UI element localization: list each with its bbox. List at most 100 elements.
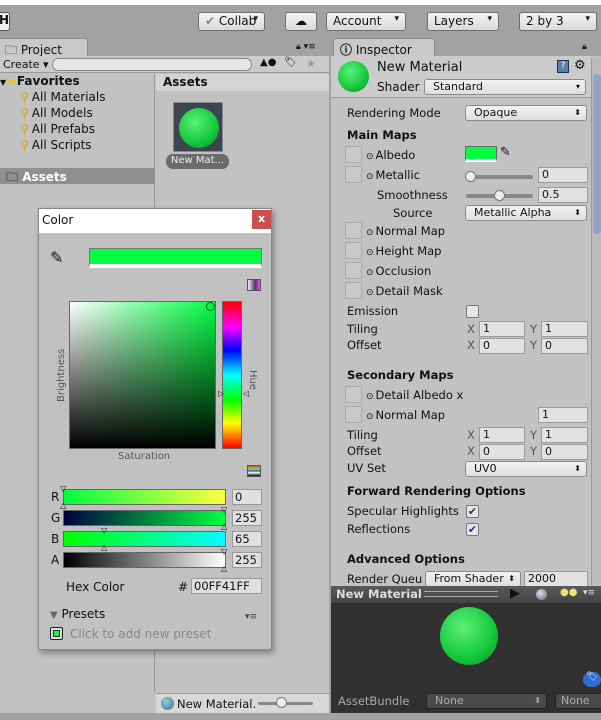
channel-a-slider[interactable]	[63, 552, 226, 568]
favorite-all-scripts[interactable]: ⚲ All Scripts	[20, 138, 92, 152]
favorite-all-prefabs[interactable]: ⚲ All Prefabs	[20, 122, 95, 136]
help-book-icon[interactable]: ?	[557, 60, 569, 73]
secondary-normal-scale-field[interactable]: 1	[538, 407, 588, 423]
channel-r-field[interactable]: 0	[232, 489, 262, 505]
metallic-texture-slot[interactable]	[345, 166, 362, 183]
occlusion-slot[interactable]	[345, 262, 362, 279]
albedo-texture-slot[interactable]	[345, 146, 362, 163]
sec-offset-y-field[interactable]: 0	[541, 444, 588, 460]
tiling-x-field[interactable]: 1	[479, 321, 525, 337]
hue-bar[interactable]	[222, 301, 242, 449]
height-map-slot[interactable]	[345, 242, 362, 259]
sv-cursor[interactable]	[206, 302, 215, 311]
channel-a-field[interactable]: 255	[232, 552, 262, 568]
source-dropdown[interactable]: Metallic Alpha ⬍	[465, 205, 587, 221]
render-queue-field[interactable]: 2000	[524, 571, 588, 587]
sphere-mesh-icon[interactable]	[536, 589, 547, 600]
smoothness-field[interactable]: 0.5	[538, 187, 588, 203]
hex-field[interactable]: 00FF41FF	[191, 578, 262, 594]
assets-folder-item[interactable]: 🗀 Assets	[0, 168, 155, 184]
detail-mask-text: Detail Mask	[375, 284, 443, 298]
account-dropdown[interactable]: Account ▾	[326, 12, 406, 31]
assetbundle-dropdown[interactable]: None ⬍	[426, 693, 547, 709]
channel-a-marker-top[interactable]: ▽	[221, 548, 227, 556]
label-tag-icon[interactable]: 🏷︎	[583, 672, 601, 687]
metallic-field[interactable]: 0	[538, 167, 588, 183]
specular-checkbox[interactable]: ✔	[466, 505, 479, 518]
sec-offset-x-field[interactable]: 0	[479, 444, 525, 460]
channel-b-marker-top[interactable]: ▽	[101, 527, 107, 535]
favorite-star-icon[interactable]: ★	[306, 57, 316, 70]
sec-tiling-y-field[interactable]: 1	[541, 427, 588, 443]
lock-icon[interactable]: 🔒︎	[582, 42, 587, 52]
cloud-button[interactable]: ☁	[285, 12, 317, 31]
gear-icon[interactable]: ⚙	[574, 58, 586, 73]
asset-thumbnail[interactable]	[173, 102, 223, 152]
channel-g-marker-bottom[interactable]: △	[221, 523, 227, 531]
hue-marker-right[interactable]: ◁	[243, 390, 249, 398]
reflections-checkbox[interactable]: ✔	[466, 523, 479, 536]
search-input[interactable]	[52, 58, 252, 71]
preset-swatch[interactable]	[50, 627, 63, 640]
offset-x-field[interactable]: 0	[479, 338, 525, 354]
channel-g-marker-top[interactable]: ▽	[221, 506, 227, 514]
presets-toggle[interactable]: ▼ Presets	[50, 607, 105, 621]
layout-icon[interactable]: H	[0, 12, 10, 31]
tiling-y-field[interactable]: 1	[541, 321, 588, 337]
channel-b-field[interactable]: 65	[232, 531, 262, 547]
favorite-all-models[interactable]: ⚲ All Models	[20, 106, 93, 120]
scrollbar-thumb[interactable]	[593, 74, 601, 234]
channel-r-slider[interactable]	[63, 489, 226, 505]
secondary-normal-slot[interactable]	[345, 406, 362, 423]
rendering-mode-dropdown[interactable]: Opaque ⬍	[465, 105, 587, 121]
label-tag-icon[interactable]: 🏷︎	[284, 57, 297, 68]
metallic-slider[interactable]	[466, 175, 533, 179]
smoothness-slider-thumb[interactable]	[494, 190, 505, 201]
filter-type-icon[interactable]: ▲●	[260, 57, 276, 68]
collab-button[interactable]: ✔ Collab ▾	[198, 12, 265, 31]
create-button[interactable]: Create ▾	[3, 58, 49, 71]
channel-g-field[interactable]: 255	[232, 510, 262, 526]
channel-r-marker-bottom[interactable]: △	[60, 502, 66, 510]
tab-inspector[interactable]: ⓘ Inspector	[333, 38, 435, 57]
channel-b-marker-bottom[interactable]: △	[101, 544, 107, 552]
channel-b-slider[interactable]	[63, 531, 226, 547]
close-button[interactable]: x	[252, 210, 271, 229]
channel-r-marker-top[interactable]: ▽	[60, 485, 66, 493]
preview-drag-handle[interactable]	[424, 591, 498, 597]
uv-set-dropdown[interactable]: UV0 ⬍	[465, 461, 587, 477]
layout-dropdown[interactable]: 2 by 3 ▾	[519, 12, 597, 31]
variant-dropdown[interactable]: None	[555, 693, 601, 709]
detail-albedo-slot[interactable]	[345, 386, 362, 403]
favorites-item[interactable]: ▼★Favorites	[0, 74, 80, 88]
play-icon[interactable]: ▶	[510, 586, 520, 601]
color-picker-titlebar[interactable]	[39, 209, 271, 233]
sv-square[interactable]	[69, 301, 216, 449]
channel-a-marker-bottom[interactable]: △	[221, 565, 227, 573]
inspector-scrollbar[interactable]	[591, 58, 601, 585]
eyedropper-icon[interactable]: ✎	[50, 248, 63, 267]
normal-map-slot[interactable]	[345, 222, 362, 239]
lock-icon[interactable]: 🔒︎ ▾≡	[296, 42, 316, 52]
tab-project[interactable]: 🗀 Project	[0, 38, 88, 57]
lights-icon[interactable]: ●●	[560, 587, 577, 598]
favorite-all-materials[interactable]: ⚲ All Materials	[20, 90, 106, 104]
eyedropper-icon[interactable]: ✎	[500, 145, 511, 160]
preview-menu-icon[interactable]: ▾≡	[583, 588, 595, 598]
slider-mode-icon[interactable]	[247, 465, 261, 477]
channel-g-slider[interactable]	[63, 510, 226, 526]
color-mode-icon[interactable]	[247, 279, 261, 291]
icon-size-slider-thumb[interactable]	[276, 697, 287, 708]
hue-marker-left[interactable]: ▷	[218, 390, 224, 398]
layers-dropdown[interactable]: Layers ▾	[427, 12, 499, 31]
add-preset-button[interactable]: Click to add new preset	[70, 627, 211, 641]
albedo-color-swatch[interactable]	[465, 146, 497, 162]
render-queue-dropdown[interactable]: From Shader ⬍	[425, 571, 521, 587]
sec-tiling-x-field[interactable]: 1	[479, 427, 525, 443]
shader-dropdown[interactable]: Standard ▾	[424, 79, 586, 95]
offset-y-field[interactable]: 0	[541, 338, 588, 354]
emission-checkbox[interactable]	[466, 305, 479, 318]
detail-mask-slot[interactable]	[345, 282, 362, 299]
metallic-slider-thumb[interactable]	[465, 171, 476, 182]
presets-menu-icon[interactable]: ▾≡	[245, 612, 257, 622]
